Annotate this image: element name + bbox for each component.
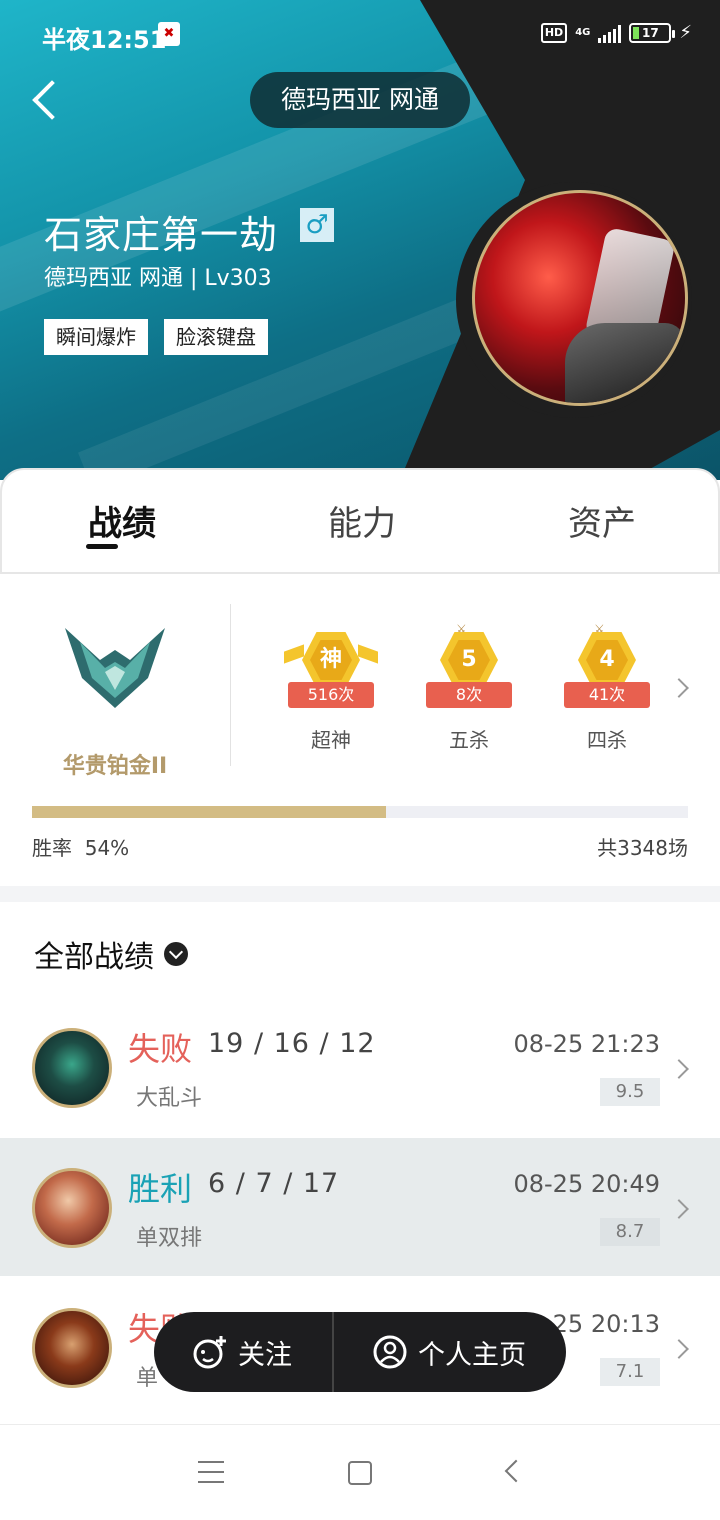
male-gender-icon: ♂ xyxy=(300,208,334,242)
match-time: 08-25 21:23 xyxy=(513,1030,660,1058)
achievement-legendary[interactable]: 神 516次 超神 xyxy=(276,622,386,762)
signal-icon xyxy=(598,23,622,43)
homepage-button[interactable]: 个人主页 xyxy=(372,1312,526,1392)
champion-avatar xyxy=(32,1168,112,1248)
winrate-label: 胜率 xyxy=(32,836,72,860)
match-kda: 6 / 7 / 17 xyxy=(208,1168,340,1199)
champion-avatar xyxy=(32,1308,112,1388)
action-divider xyxy=(332,1312,334,1392)
player-server-level: 德玛西亚 网通 | Lv303 xyxy=(44,266,272,291)
tab-record[interactable]: 战绩 xyxy=(32,496,212,545)
back-icon[interactable] xyxy=(504,1459,528,1483)
battery-level: 17 xyxy=(642,25,659,40)
chevron-right-icon xyxy=(669,1199,689,1219)
winrate-progress-fill xyxy=(32,806,387,818)
chevron-right-icon[interactable] xyxy=(669,678,689,698)
match-row[interactable]: 胜利 6 / 7 / 17 单双排 08-25 20:49 8.7 xyxy=(0,1138,720,1276)
charging-icon: ⚡ xyxy=(679,22,692,43)
home-icon[interactable] xyxy=(348,1461,372,1485)
winrate-value: 54% xyxy=(84,836,130,860)
match-score: 7.1 xyxy=(600,1358,660,1386)
match-filter-label: 全部战绩 xyxy=(34,940,154,975)
chevron-right-icon xyxy=(669,1339,689,1359)
back-button[interactable] xyxy=(26,76,74,124)
chevron-down-icon xyxy=(164,942,188,966)
section-separator xyxy=(0,886,720,902)
winrate-progress-bar xyxy=(32,806,688,818)
achievement-quadrakill[interactable]: ⚔ 4 41次 四杀 xyxy=(552,622,662,762)
tab-ability[interactable]: 能力 xyxy=(272,496,452,545)
total-games: 共3348场 xyxy=(597,836,688,860)
app-notification-icon: ✖ xyxy=(158,22,180,46)
tab-active-indicator xyxy=(86,544,118,549)
platinum-rank-emblem-icon xyxy=(65,628,165,708)
achievement-count: 41次 xyxy=(564,682,650,708)
user-profile-icon xyxy=(373,1335,407,1369)
match-filter[interactable]: 全部战绩 xyxy=(34,932,188,976)
rank-name: 华贵铂金II xyxy=(62,754,168,779)
achievement-pentakill[interactable]: ⚔ 5 8次 五杀 xyxy=(414,622,524,762)
homepage-label: 个人主页 xyxy=(418,1339,526,1371)
match-mode: 单双排 xyxy=(136,1226,203,1251)
player-avatar[interactable] xyxy=(472,190,688,406)
achievement-count: 516次 xyxy=(288,682,374,708)
hd-indicator: HD xyxy=(540,22,568,43)
match-score: 9.5 xyxy=(600,1078,660,1106)
status-bar: 半夜12:51 ✖ HD 4G 17 ⚡ xyxy=(0,0,720,70)
follow-label: 关注 xyxy=(238,1339,292,1371)
match-result: 胜利 xyxy=(128,1170,193,1208)
network-type: 4G xyxy=(575,26,591,38)
tab-assets[interactable]: 资产 xyxy=(512,496,692,545)
player-tag: 脸滚键盘 xyxy=(164,319,268,355)
champion-avatar xyxy=(32,1028,112,1108)
server-selector[interactable]: 德玛西亚 网通 xyxy=(250,72,470,128)
match-kda: 19 / 16 / 12 xyxy=(208,1028,376,1059)
menu-icon[interactable] xyxy=(198,1461,224,1483)
system-navigation-bar xyxy=(0,1424,720,1520)
winrate: 胜率 54% xyxy=(32,832,129,861)
match-time: 08-25 20:49 xyxy=(513,1170,660,1198)
player-name: 石家庄第一劫 xyxy=(44,213,279,257)
profile-tabs: 战绩 能力 资产 xyxy=(0,468,720,574)
chevron-right-icon xyxy=(669,1059,689,1079)
follow-button[interactable]: 关注 xyxy=(192,1312,292,1392)
floating-action-bar: 关注 个人主页 xyxy=(154,1312,566,1392)
follow-icon xyxy=(193,1336,226,1369)
achievement-label: 五杀 xyxy=(449,728,489,752)
match-result: 失败 xyxy=(128,1030,193,1068)
achievement-label: 超神 xyxy=(311,728,351,752)
player-tags: 瞬间爆炸 脸滚键盘 xyxy=(44,319,268,355)
rank-summary: 华贵铂金II 神 516次 超神 ⚔ 5 8次 五杀 ⚔ 4 41次 四杀 胜率… xyxy=(0,576,720,886)
achievement-label: 四杀 xyxy=(587,728,627,752)
divider xyxy=(230,604,231,766)
match-row[interactable]: 失败 19 / 16 / 12 大乱斗 08-25 21:23 9.5 xyxy=(0,998,720,1136)
match-mode: 大乱斗 xyxy=(136,1086,203,1111)
player-tag: 瞬间爆炸 xyxy=(44,319,148,355)
achievement-count: 8次 xyxy=(426,682,512,708)
match-mode: 单 xyxy=(136,1366,159,1391)
battery-icon: 17 xyxy=(629,22,676,43)
match-score: 8.7 xyxy=(600,1218,660,1246)
status-time: 半夜12:51 xyxy=(42,26,167,54)
